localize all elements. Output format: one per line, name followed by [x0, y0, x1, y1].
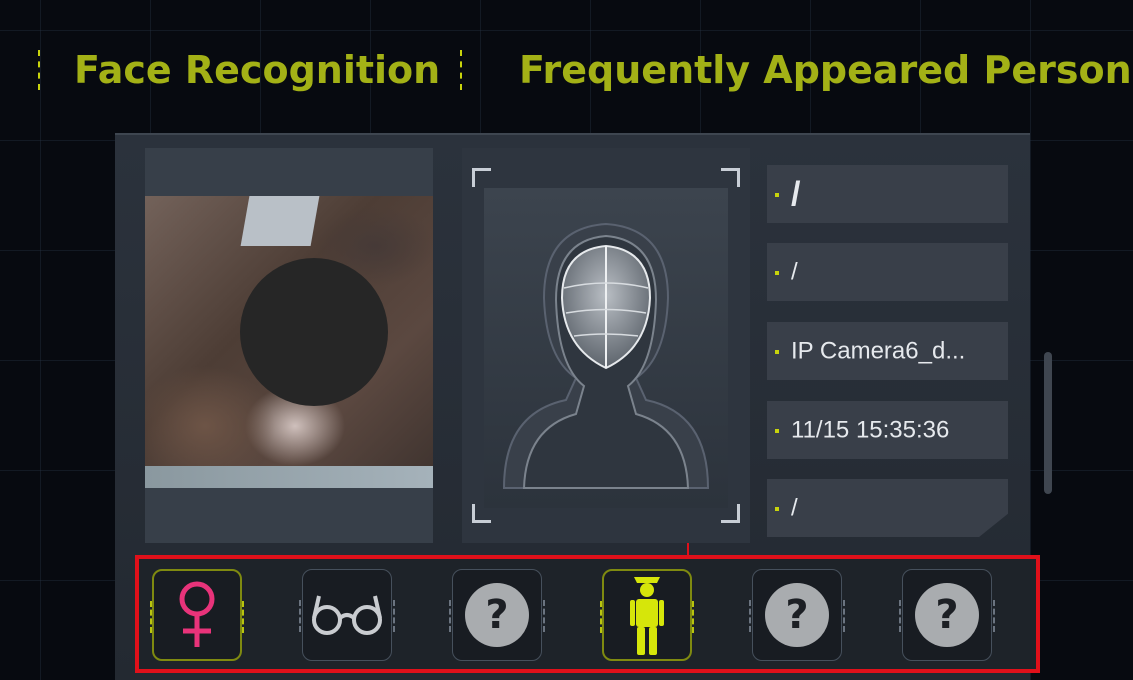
attribute-unknown[interactable]: ? — [449, 569, 545, 661]
unknown-icon: ? — [765, 583, 829, 647]
attribute-gender[interactable] — [150, 569, 244, 661]
info-row-camera: IP Camera6_d... — [767, 322, 1008, 380]
attribute-unknown[interactable]: ? — [749, 569, 845, 661]
frame-corner — [721, 168, 740, 187]
info-row: / — [767, 479, 1008, 537]
face-match-placeholder — [462, 148, 750, 543]
image-region — [240, 196, 320, 246]
info-row: / — [767, 165, 1008, 223]
unknown-icon: ? — [465, 583, 529, 647]
info-row-time: 11/15 15:35:36 — [767, 401, 1008, 459]
attribute-glasses[interactable] — [299, 569, 395, 661]
scrollbar[interactable] — [1044, 352, 1052, 494]
capture-time: 11/15 15:35:36 — [791, 416, 950, 444]
attribute-icon-bar: ? ? ? — [135, 555, 1040, 673]
tab-separator — [460, 50, 462, 90]
glasses-icon — [312, 595, 382, 635]
unknown-icon: ? — [915, 583, 979, 647]
bullet-dot — [775, 349, 779, 354]
tab-separator — [38, 50, 40, 90]
female-icon — [179, 581, 215, 647]
info-value: / — [791, 494, 798, 522]
tab-frequently-appeared-person[interactable]: Frequently Appeared Person — [519, 38, 1132, 102]
info-value: / — [791, 258, 798, 286]
info-value: / — [791, 175, 801, 214]
attribute-age[interactable] — [600, 569, 694, 661]
attribute-unknown[interactable]: ? — [899, 569, 995, 661]
bullet-dot — [775, 428, 779, 433]
person-icon — [630, 577, 664, 655]
header: Face Recognition Frequently Appeared Per… — [0, 38, 1133, 102]
info-row: / — [767, 243, 1008, 301]
capture-image — [145, 196, 433, 488]
frame-corner — [472, 168, 491, 187]
bullet-dot — [775, 270, 779, 275]
camera-name: IP Camera6_d... — [791, 337, 966, 365]
tab-face-recognition[interactable]: Face Recognition — [74, 38, 440, 102]
bullet-dot — [775, 192, 779, 197]
captured-photo[interactable] — [145, 148, 433, 543]
image-region — [145, 466, 433, 488]
face-privacy-mask — [240, 258, 388, 406]
bullet-dot — [775, 506, 779, 511]
face-silhouette-icon — [484, 188, 728, 508]
